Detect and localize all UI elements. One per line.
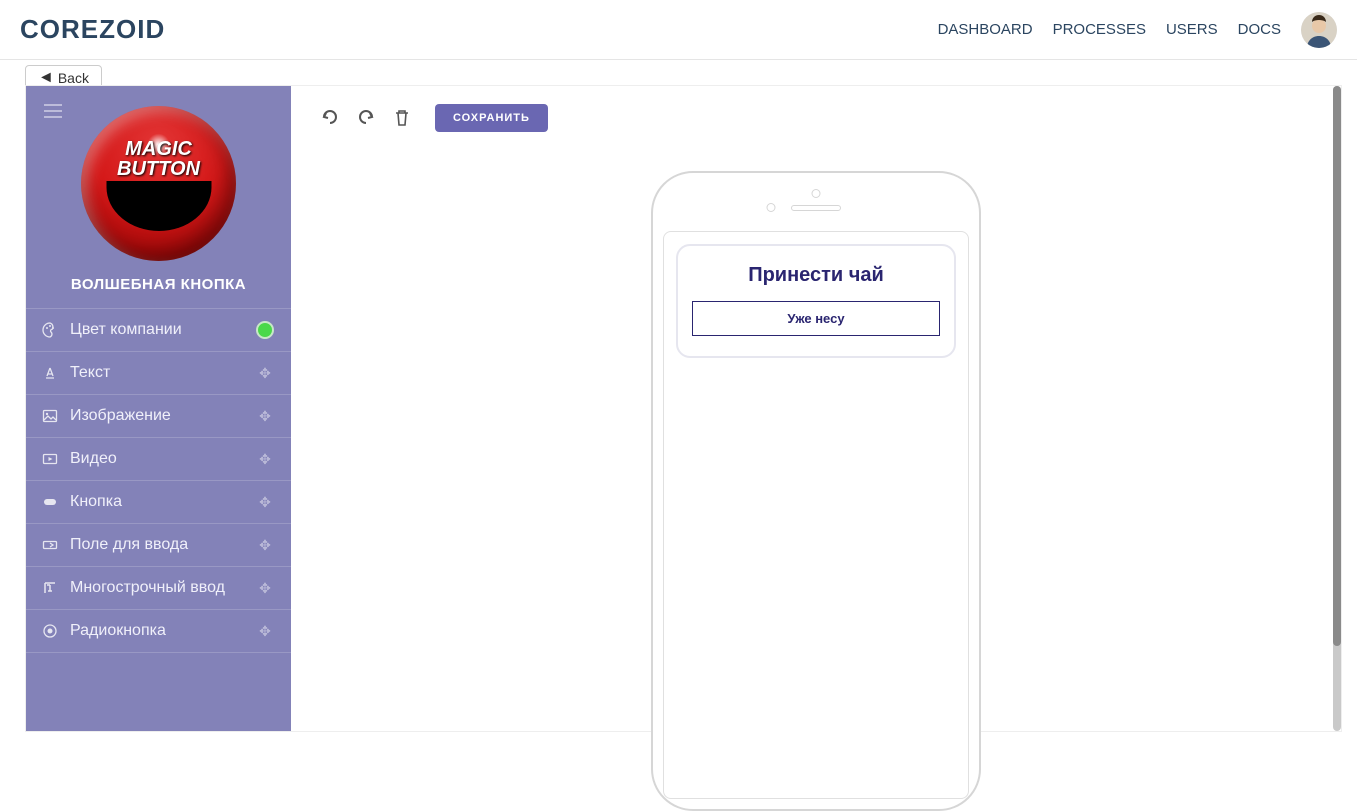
sidebar-item-button[interactable]: Кнопка ✥: [26, 481, 291, 524]
move-icon[interactable]: ✥: [255, 535, 275, 555]
header-nav: DASHBOARD PROCESSES USERS DOCS: [938, 12, 1337, 48]
app-logo: MAGIC BUTTON: [81, 106, 236, 261]
avatar-icon: [1301, 12, 1337, 48]
sidebar-item-image[interactable]: Изображение ✥: [26, 395, 291, 438]
sidebar-item-radio[interactable]: Радиокнопка ✥: [26, 610, 291, 653]
textarea-icon: [42, 580, 58, 596]
radio-icon: [42, 623, 58, 639]
palette-icon: [42, 322, 58, 338]
app-name: ВОЛШЕБНАЯ КНОПКА: [71, 276, 246, 293]
logo: COREZOID: [20, 14, 165, 45]
app-header: COREZOID DASHBOARD PROCESSES USERS DOCS: [0, 0, 1357, 60]
main-area: MAGIC BUTTON ВОЛШЕБНАЯ КНОПКА Цвет компа…: [25, 85, 1342, 732]
preview-card: Принести чай Уже несу: [676, 244, 956, 358]
nav-processes[interactable]: PROCESSES: [1053, 21, 1146, 38]
canvas-toolbar: СОХРАНИТЬ: [291, 86, 1341, 132]
move-icon[interactable]: ✥: [255, 621, 275, 641]
sidebar-item-label: Поле для ввода: [70, 536, 255, 554]
move-icon[interactable]: ✥: [255, 449, 275, 469]
smile-shape: [106, 181, 211, 231]
sidebar-item-label: Радиокнопка: [70, 622, 255, 640]
phone-speaker-icon: [791, 205, 841, 211]
nav-users[interactable]: USERS: [1166, 21, 1218, 38]
image-icon: [42, 408, 58, 424]
undo-icon[interactable]: [319, 107, 341, 129]
sidebar-item-text[interactable]: Текст ✥: [26, 352, 291, 395]
back-label: Back: [58, 70, 89, 86]
sidebar-item-input[interactable]: Поле для ввода ✥: [26, 524, 291, 567]
hamburger-icon[interactable]: [44, 104, 62, 118]
sidebar-item-label: Видео: [70, 450, 255, 468]
color-swatch: [255, 320, 275, 340]
phone-sensor-icon: [812, 189, 821, 198]
sidebar-item-label: Текст: [70, 364, 255, 382]
phone-mockup: Принести чай Уже несу: [651, 171, 981, 811]
move-icon[interactable]: ✥: [255, 578, 275, 598]
video-icon: [42, 451, 58, 467]
save-button[interactable]: СОХРАНИТЬ: [435, 104, 548, 132]
sidebar: MAGIC BUTTON ВОЛШЕБНАЯ КНОПКА Цвет компа…: [26, 86, 291, 731]
preview-card-button[interactable]: Уже несу: [692, 301, 940, 336]
move-icon[interactable]: ✥: [255, 492, 275, 512]
canvas: СОХРАНИТЬ Принести чай Уже несу: [291, 86, 1341, 731]
sidebar-top: MAGIC BUTTON ВОЛШЕБНАЯ КНОПКА: [26, 86, 291, 308]
phone-camera-icon: [767, 203, 776, 212]
move-icon[interactable]: ✥: [255, 406, 275, 426]
sidebar-item-label: Многострочный ввод: [70, 579, 255, 597]
sidebar-item-textarea[interactable]: Многострочный ввод ✥: [26, 567, 291, 610]
sidebar-item-label: Кнопка: [70, 493, 255, 511]
sidebar-item-label: Цвет компании: [70, 321, 255, 339]
move-icon[interactable]: ✥: [255, 363, 275, 383]
redo-icon[interactable]: [355, 107, 377, 129]
text-icon: [42, 365, 58, 381]
trash-icon[interactable]: [391, 107, 413, 129]
sidebar-item-company-color[interactable]: Цвет компании: [26, 309, 291, 352]
scrollbar-thumb[interactable]: [1333, 86, 1341, 646]
nav-dashboard[interactable]: DASHBOARD: [938, 21, 1033, 38]
sidebar-item-label: Изображение: [70, 407, 255, 425]
app-logo-text: MAGIC BUTTON: [117, 139, 200, 179]
button-icon: [42, 494, 58, 510]
preview-card-title: Принести чай: [692, 264, 940, 287]
scrollbar-track[interactable]: [1333, 86, 1341, 731]
sidebar-item-video[interactable]: Видео ✥: [26, 438, 291, 481]
phone-screen: Принести чай Уже несу: [663, 231, 969, 799]
sidebar-list: Цвет компании Текст ✥ Изображение ✥ Виде…: [26, 308, 291, 653]
user-avatar[interactable]: [1301, 12, 1337, 48]
input-icon: [42, 537, 58, 553]
nav-docs[interactable]: DOCS: [1238, 21, 1281, 38]
